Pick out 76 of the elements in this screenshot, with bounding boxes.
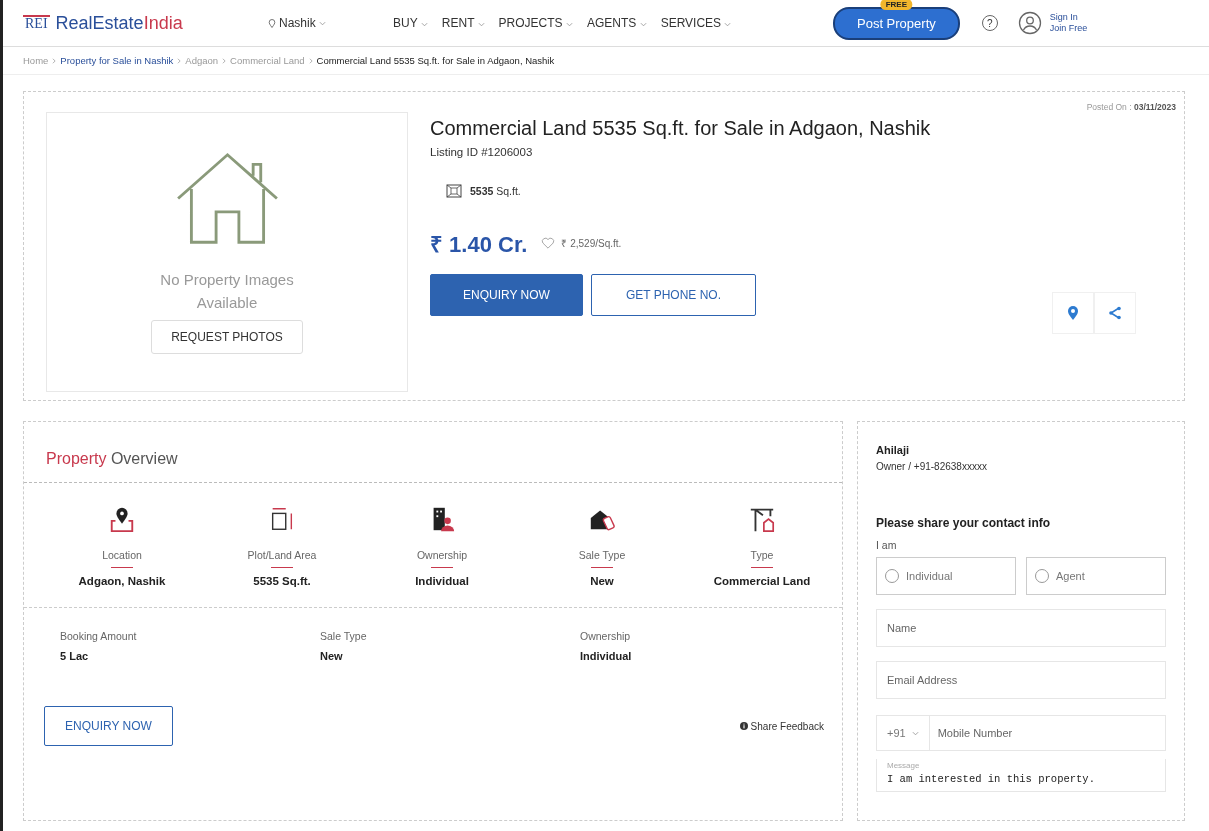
enquiry-now-button[interactable]: ENQUIRY NOW [430,274,583,316]
chevron-down-icon [477,22,485,27]
map-pin-button[interactable] [1052,292,1094,334]
location-icon [108,505,136,533]
chevron-down-icon [420,22,428,27]
highlight-value: Adgaon, Nashik [78,575,166,587]
highlight-label: Location [102,549,142,561]
detail-value: New [320,650,344,662]
share-feedback-link[interactable]: Share Feedback [750,720,824,732]
role-option[interactable]: Individual [876,557,1016,595]
email-field[interactable]: Email Address [876,661,1166,699]
highlight-label: Sale Type [578,549,626,561]
sign-in-link[interactable]: Sign In [1049,12,1088,23]
share-button[interactable] [1094,292,1136,334]
form-heading: Please share your contact info [876,516,1052,530]
chevron-down-icon [724,22,732,27]
chevron-down-icon [565,22,573,27]
highlight-label: Ownership [416,549,468,561]
city-selector[interactable]: Nashik [268,16,393,30]
message-field[interactable]: Message I am interested in this property. [876,759,1166,792]
share-icon [1108,306,1122,320]
request-photos-button[interactable]: REQUEST PHOTOS [151,320,303,354]
chevron-down-icon [318,20,326,26]
highlight-value: Commercial Land [713,575,811,587]
no-images-text: No Property Images Available [159,270,295,313]
post-property-button[interactable]: Post Property [833,6,960,40]
detail-label: Ownership [580,630,632,642]
heart-icon[interactable] [541,237,556,249]
join-free-link[interactable]: Join Free [1049,23,1088,34]
detail-value: Individual [580,650,633,662]
chevron-down-icon [639,22,647,27]
section-title: Property Overview [24,422,842,483]
free-badge: FREE [880,0,913,10]
listing-title: Commercial Land 5535 Sq.ft. for Sale in Adgaon, Nashik [430,117,932,140]
nav-menu-item[interactable]: BUY [393,16,428,30]
listing-id: Listing ID #1206003 [430,146,534,158]
area-icon [446,184,462,198]
house-icon [174,151,280,246]
highlight-value: New [590,575,614,587]
field-label: Message [887,761,921,770]
field-label: I am [876,539,898,551]
nav-menu-item[interactable]: SERVICES [660,16,732,30]
logo-mark[interactable]: REI [23,15,50,31]
highlight-value: 5535 Sq.ft. [253,575,311,587]
user-icon[interactable] [1017,11,1042,35]
nav-menu-item[interactable]: PROJECTS [498,16,573,30]
owner-name: Ahilaji [876,444,910,456]
highlight-value: Individual [415,575,469,587]
chevron-down-icon [911,730,919,736]
chevron-right-icon [52,57,57,64]
map-pin-icon [1067,305,1079,321]
highlight-label: Type [750,549,774,561]
name-field[interactable]: Name [876,609,1166,647]
nav-menu-item[interactable]: RENT [441,16,485,30]
breadcrumb-link[interactable]: Property for Sale in Nashik [60,55,174,66]
price-per-sqft: ₹ 2,529/Sq.ft. [561,237,622,250]
info-icon [739,722,748,730]
chevron-right-icon [177,57,182,64]
owner-contact: Owner / +91-82638xxxxx [876,461,988,472]
posted-date: Posted On : 03/11/2023 [1086,102,1176,112]
detail-label: Booking Amount [60,630,138,642]
site-logo[interactable]: RealEstateIndia [55,12,183,34]
detail-label: Sale Type [320,630,368,642]
mobile-field[interactable]: Mobile Number [928,715,1166,751]
chevron-right-icon [222,57,227,64]
detail-value: 5 Lac [60,650,90,662]
enquiry-now-button[interactable]: ENQUIRY NOW [44,706,173,746]
country-code-dropdown[interactable]: +91 [876,715,929,751]
role-option[interactable]: Agent [1026,557,1166,595]
location-pin-icon [268,17,276,29]
highlight-label: Plot/Land Area [247,549,317,561]
chevron-right-icon [308,57,313,64]
area-text: 5535 Sq.ft. [470,185,521,197]
get-phone-button[interactable]: GET PHONE NO. [590,274,757,316]
price: ₹ 1.40 Cr. [430,231,528,258]
nav-menu-item[interactable]: AGENTS [586,16,647,30]
